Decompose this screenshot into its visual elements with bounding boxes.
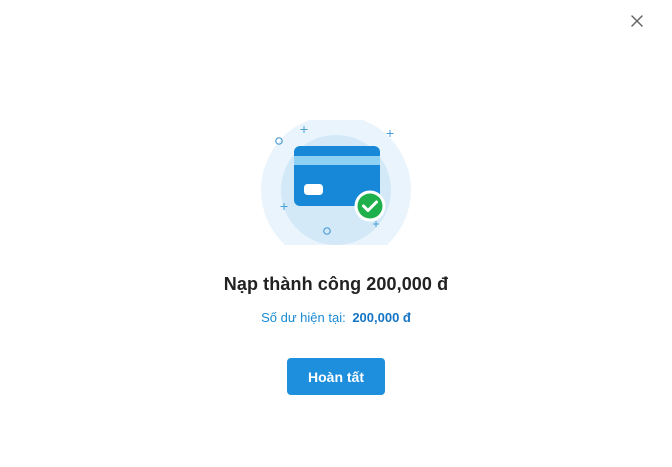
close-button[interactable] — [627, 11, 647, 31]
balance-amount: 200,000 đ — [352, 310, 411, 325]
current-balance: Số dư hiện tại: 200,000 đ — [0, 310, 672, 325]
success-title: Nạp thành công 200,000 đ — [223, 274, 449, 294]
balance-label: Số dư hiện tại: — [261, 310, 346, 325]
credit-card-success-icon — [261, 120, 411, 245]
close-icon — [631, 15, 643, 27]
done-button[interactable]: Hoàn tất — [287, 358, 385, 395]
success-dialog: Nạp thành công 200,000 đ Số dư hiện tại:… — [0, 0, 672, 467]
